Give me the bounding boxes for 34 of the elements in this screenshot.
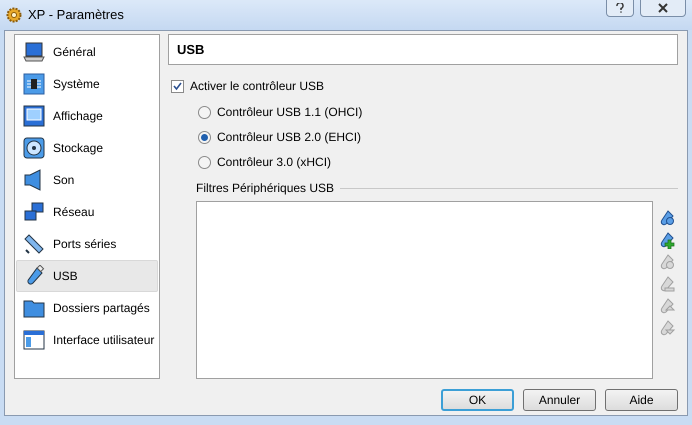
- help-button[interactable]: [606, 0, 634, 17]
- sidebar-item[interactable]: USB: [16, 260, 158, 292]
- usb-plug-icon[interactable]: [658, 209, 676, 227]
- connector-icon: [23, 233, 45, 255]
- dialog-button[interactable]: Aide: [605, 389, 678, 411]
- controller-radio[interactable]: Contrôleur USB 1.1 (OHCI): [198, 103, 362, 121]
- enable-usb-checkbox[interactable]: Activer le contrôleur USB: [171, 77, 324, 95]
- gear-icon: [6, 7, 22, 23]
- sidebar-item[interactable]: Stockage: [16, 132, 158, 164]
- sidebar-item[interactable]: Ports séries: [16, 228, 158, 260]
- dialog-button[interactable]: Annuler: [523, 389, 596, 411]
- chip-icon: [23, 73, 45, 95]
- sidebar-item[interactable]: Son: [16, 164, 158, 196]
- controller-radio[interactable]: Contrôleur 3.0 (xHCI): [198, 153, 332, 171]
- laptop-icon: [23, 41, 45, 63]
- window-icon: [23, 329, 45, 351]
- filters-label: Filtres Périphériques USB: [196, 180, 334, 197]
- question-icon: [616, 3, 624, 13]
- usb-plug-plus-icon[interactable]: [658, 231, 676, 249]
- page-header: USB: [168, 34, 678, 65]
- dialog-button[interactable]: OK: [441, 389, 514, 411]
- controller-radio[interactable]: Contrôleur USB 2.0 (EHCI): [198, 128, 362, 146]
- monitor-icon: [23, 105, 45, 127]
- close-icon: [658, 3, 668, 13]
- sidebar-item[interactable]: Général: [16, 36, 158, 68]
- checkmark-icon: [173, 82, 182, 90]
- sidebar-item[interactable]: Interface utilisateur: [16, 324, 158, 356]
- sidebar-item[interactable]: Affichage: [16, 100, 158, 132]
- window-title: XP - Paramètres: [28, 6, 124, 24]
- network-icon: [23, 201, 45, 223]
- sidebar-item[interactable]: Réseau: [16, 196, 158, 228]
- sidebar-item[interactable]: Dossiers partagés: [16, 292, 158, 324]
- close-button[interactable]: [640, 0, 686, 17]
- sidebar-item[interactable]: Système: [16, 68, 158, 100]
